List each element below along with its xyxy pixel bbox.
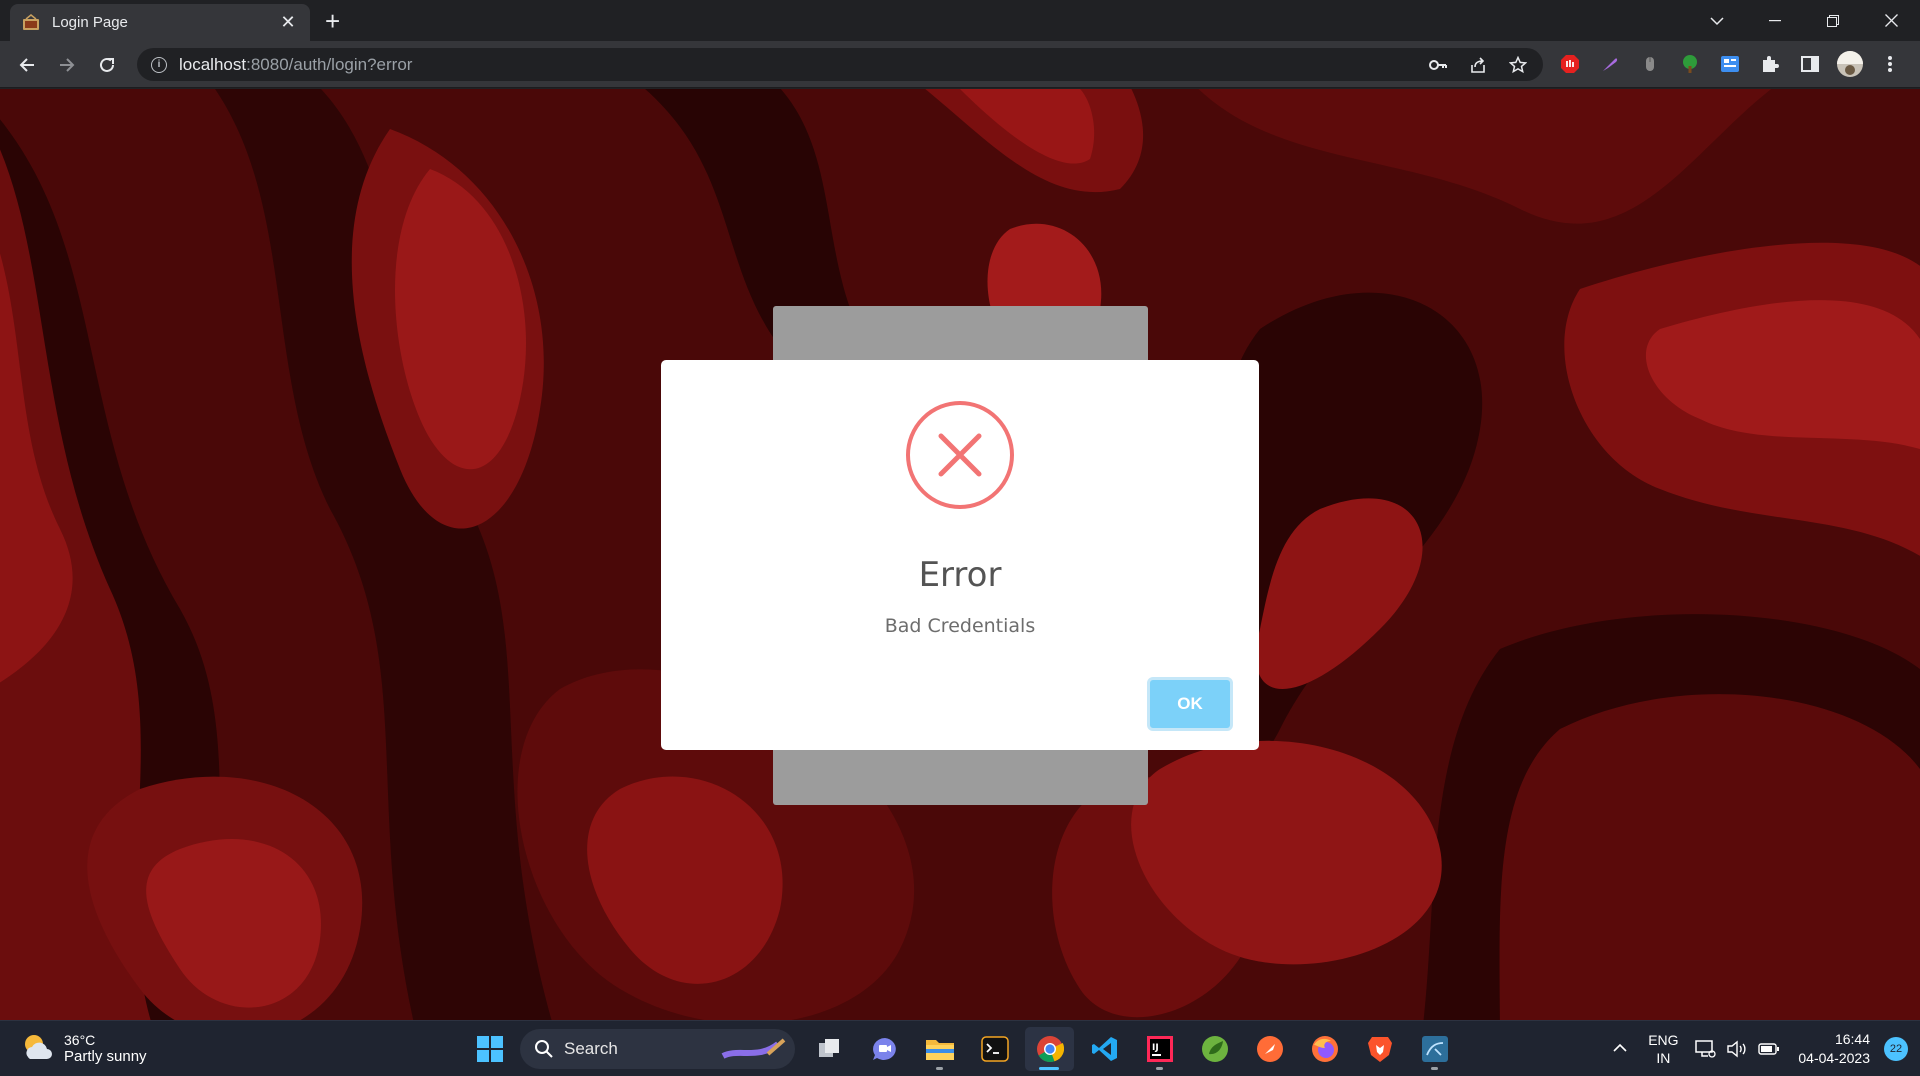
extensions-bar	[1555, 49, 1905, 79]
key-icon[interactable]	[1425, 52, 1451, 78]
window-controls	[1688, 0, 1920, 41]
adblock-extension-icon[interactable]	[1555, 49, 1585, 79]
browser-toolbar: i localhost:8080/auth/login?error	[0, 41, 1920, 88]
firefox-icon[interactable]	[1300, 1027, 1349, 1071]
search-icon	[535, 1040, 553, 1058]
notification-badge[interactable]: 22	[1884, 1037, 1908, 1061]
feather-extension-icon[interactable]	[1595, 49, 1625, 79]
clock-time: 16:44	[1834, 1031, 1870, 1047]
language-code: ENG	[1648, 1032, 1679, 1048]
volume-icon[interactable]	[1726, 1038, 1748, 1060]
close-window-icon[interactable]	[1862, 0, 1920, 41]
side-panel-icon[interactable]	[1795, 49, 1825, 79]
forward-icon[interactable]	[52, 50, 82, 80]
bookmark-star-icon[interactable]	[1505, 52, 1531, 78]
restore-icon[interactable]	[1804, 0, 1862, 41]
svg-text:IJ: IJ	[1152, 1043, 1159, 1053]
ok-button[interactable]: OK	[1147, 677, 1233, 731]
tab-strip: Login Page ✕ +	[0, 0, 1920, 41]
search-label: Search	[564, 1039, 618, 1058]
address-bar[interactable]: i localhost:8080/auth/login?error	[137, 48, 1543, 81]
active-indicator	[1039, 1067, 1059, 1070]
error-x-circle-icon	[906, 401, 1014, 509]
teams-chat-icon[interactable]	[860, 1027, 909, 1071]
clock[interactable]: 16:44 04-04-2023	[1798, 1030, 1870, 1068]
mysql-workbench-icon[interactable]	[1410, 1027, 1459, 1071]
taskbar-search-box[interactable]: Search	[520, 1029, 795, 1069]
system-tray: ENG IN 16:44 04-04-2023 22	[1602, 1021, 1920, 1076]
language-indicator[interactable]: ENG IN	[1638, 1031, 1688, 1067]
show-hidden-icons-chevron-icon[interactable]	[1602, 1040, 1638, 1058]
weather-condition: Partly sunny	[64, 1047, 147, 1065]
new-tab-icon[interactable]: +	[325, 8, 340, 34]
tab-manager-extension-icon[interactable]	[1715, 49, 1745, 79]
close-tab-icon[interactable]: ✕	[278, 12, 298, 33]
spring-tools-icon[interactable]	[1190, 1027, 1239, 1071]
browser-tab[interactable]: Login Page ✕	[10, 4, 310, 41]
tab-search-icon[interactable]	[1688, 0, 1746, 41]
running-indicator	[1431, 1067, 1438, 1070]
extensions-puzzle-icon[interactable]	[1755, 49, 1785, 79]
region-code: IN	[1656, 1050, 1671, 1066]
weather-temperature: 36°C	[64, 1031, 96, 1048]
dialog-title: Error	[918, 555, 1002, 595]
error-dialog: Error Bad Credentials OK	[661, 360, 1259, 750]
profile-avatar[interactable]	[1835, 49, 1865, 79]
terminal-icon[interactable]	[970, 1027, 1019, 1071]
battery-icon[interactable]	[1758, 1038, 1780, 1060]
minimize-icon[interactable]	[1746, 0, 1804, 41]
postman-icon[interactable]	[1245, 1027, 1294, 1071]
task-view-icon[interactable]	[805, 1027, 854, 1071]
clock-date: 04-04-2023	[1798, 1050, 1870, 1066]
url-path: :8080/auth/login?error	[246, 54, 413, 74]
partly-sunny-icon	[25, 1035, 52, 1059]
file-explorer-icon[interactable]	[915, 1027, 964, 1071]
brave-icon[interactable]	[1355, 1027, 1404, 1071]
page-viewport: Error Bad Credentials OK	[0, 89, 1920, 1020]
share-icon[interactable]	[1465, 52, 1491, 78]
running-indicator	[1156, 1067, 1163, 1070]
taskbar-apps: Search IJ	[465, 1027, 1459, 1071]
url-host: localhost	[179, 54, 247, 74]
running-indicator	[936, 1067, 943, 1070]
search-highlight-icon	[721, 1038, 786, 1059]
windows-logo-icon	[476, 1036, 503, 1062]
windows-taskbar: 36°C Partly sunny Search IJ ENG IN 16:44…	[0, 1020, 1920, 1076]
weather-widget[interactable]: 36°C Partly sunny	[20, 1031, 147, 1065]
start-button[interactable]	[465, 1027, 514, 1071]
tree-extension-icon[interactable]	[1675, 49, 1705, 79]
tab-title: Login Page	[52, 14, 128, 31]
back-icon[interactable]	[12, 50, 42, 80]
browser-menu-icon[interactable]	[1875, 49, 1905, 79]
page-favicon-icon	[22, 13, 40, 32]
vscode-icon[interactable]	[1080, 1027, 1129, 1071]
chrome-taskbar-icon[interactable]	[1025, 1027, 1074, 1071]
site-info-icon[interactable]: i	[151, 56, 167, 73]
mouse-extension-icon[interactable]	[1635, 49, 1665, 79]
intellij-icon[interactable]: IJ	[1135, 1027, 1184, 1071]
reload-icon[interactable]	[92, 50, 122, 80]
network-icon[interactable]	[1694, 1038, 1717, 1060]
dialog-message: Bad Credentials	[884, 615, 1036, 637]
